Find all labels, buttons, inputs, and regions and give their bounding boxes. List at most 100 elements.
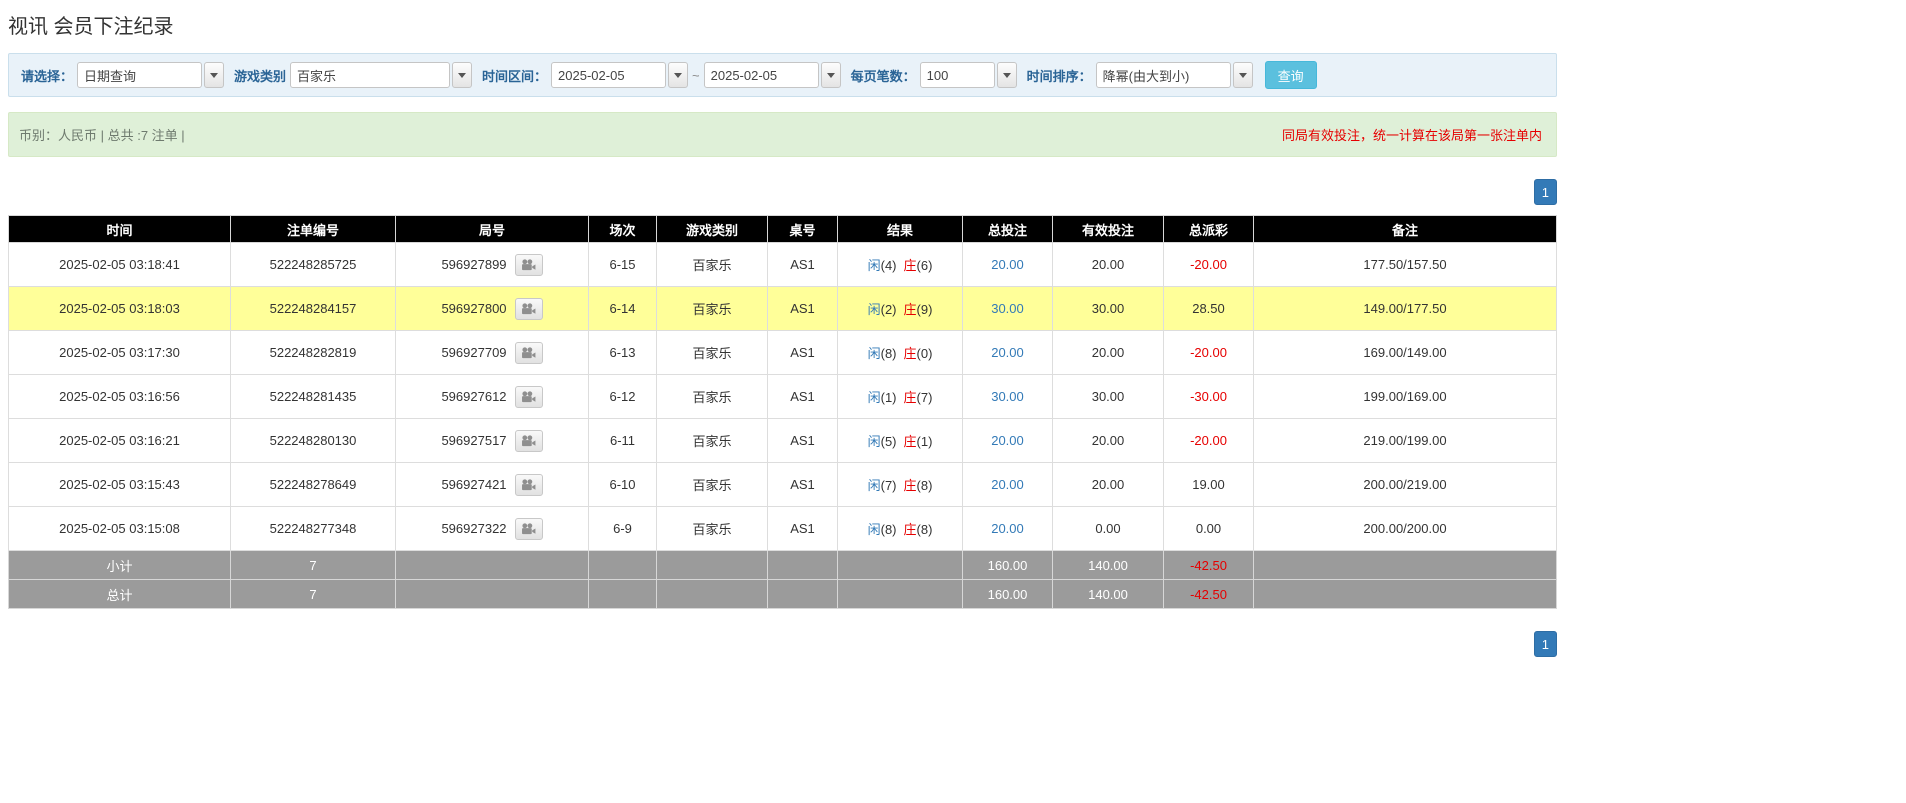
table-row: 2025-02-05 03:16:56 522248281435 5969276… bbox=[9, 375, 1557, 419]
page-size-input[interactable] bbox=[920, 62, 995, 88]
date-to-input[interactable] bbox=[704, 62, 819, 88]
player-result-label: 闲 bbox=[868, 434, 881, 449]
cell-table-no: AS1 bbox=[768, 375, 838, 419]
video-replay-button[interactable] bbox=[515, 254, 543, 276]
cell-valid-bet: 20.00 bbox=[1053, 463, 1164, 507]
video-replay-button[interactable] bbox=[515, 518, 543, 540]
total-bet-link[interactable]: 20.00 bbox=[991, 257, 1024, 272]
header-result: 结果 bbox=[838, 216, 963, 243]
player-result-label: 闲 bbox=[868, 390, 881, 405]
page-1-button[interactable]: 1 bbox=[1534, 631, 1557, 657]
page-size-dropdown-button[interactable] bbox=[997, 62, 1017, 88]
banker-result-count: (8) bbox=[917, 522, 933, 537]
total-bet-link[interactable]: 30.00 bbox=[991, 389, 1024, 404]
round-number: 596927517 bbox=[441, 433, 506, 448]
cell-valid-bet: 30.00 bbox=[1053, 375, 1164, 419]
round-number: 596927709 bbox=[441, 345, 506, 360]
cell-result: 闲(4)庄(6) bbox=[838, 243, 963, 287]
chevron-down-icon bbox=[210, 73, 218, 78]
sort-order-dropdown-button[interactable] bbox=[1233, 62, 1253, 88]
video-replay-button[interactable] bbox=[515, 386, 543, 408]
cell-session: 6-11 bbox=[589, 419, 657, 463]
cell-time: 2025-02-05 03:17:30 bbox=[9, 331, 231, 375]
date-from-dropdown-button[interactable] bbox=[668, 62, 688, 88]
cell-session: 6-13 bbox=[589, 331, 657, 375]
banker-result-count: (9) bbox=[917, 302, 933, 317]
cell-note: 199.00/169.00 bbox=[1254, 375, 1557, 419]
cell-note: 177.50/157.50 bbox=[1254, 243, 1557, 287]
banker-result-label: 庄 bbox=[904, 258, 917, 273]
cell-bet-id: 522248284157 bbox=[231, 287, 396, 331]
cell-round-id: 596927800 bbox=[396, 287, 589, 331]
summary-info-text: 币别：人民币 | 总共 :7 注单 | bbox=[19, 125, 185, 144]
video-camera-icon bbox=[521, 479, 536, 491]
empty-cell bbox=[1254, 580, 1557, 609]
total-bet-link[interactable]: 20.00 bbox=[991, 345, 1024, 360]
video-replay-button[interactable] bbox=[515, 474, 543, 496]
video-replay-button[interactable] bbox=[515, 430, 543, 452]
query-type-dropdown-button[interactable] bbox=[204, 62, 224, 88]
cell-bet-id: 522248280130 bbox=[231, 419, 396, 463]
cell-note: 169.00/149.00 bbox=[1254, 331, 1557, 375]
total-bet-link[interactable]: 20.00 bbox=[991, 433, 1024, 448]
cell-table-no: AS1 bbox=[768, 331, 838, 375]
cell-time: 2025-02-05 03:18:41 bbox=[9, 243, 231, 287]
sort-order-combobox bbox=[1096, 62, 1253, 88]
search-button[interactable]: 查询 bbox=[1265, 61, 1317, 89]
empty-cell bbox=[838, 580, 963, 609]
player-result-count: (1) bbox=[881, 390, 897, 405]
cell-bet-id: 522248278649 bbox=[231, 463, 396, 507]
cell-game-type: 百家乐 bbox=[657, 463, 768, 507]
cell-time: 2025-02-05 03:15:08 bbox=[9, 507, 231, 551]
player-result-count: (2) bbox=[881, 302, 897, 317]
sort-order-input[interactable] bbox=[1096, 62, 1231, 88]
cell-result: 闲(1)庄(7) bbox=[838, 375, 963, 419]
game-type-input[interactable] bbox=[290, 62, 450, 88]
empty-cell bbox=[589, 580, 657, 609]
date-to-dropdown-button[interactable] bbox=[821, 62, 841, 88]
empty-cell bbox=[768, 580, 838, 609]
subtotal-valid-bet: 140.00 bbox=[1053, 551, 1164, 580]
header-payout: 总派彩 bbox=[1164, 216, 1254, 243]
page-title: 视讯 会员下注纪录 bbox=[8, 10, 1557, 39]
total-label: 总计 bbox=[9, 580, 231, 609]
cell-valid-bet: 0.00 bbox=[1053, 507, 1164, 551]
page-1-button[interactable]: 1 bbox=[1534, 179, 1557, 205]
page-content: 视讯 会员下注纪录 请选择： 游戏类别 时间区间： ~ 每页笔数： 时间排序： bbox=[8, 10, 1557, 657]
game-type-combobox bbox=[290, 62, 472, 88]
header-session: 场次 bbox=[589, 216, 657, 243]
game-type-dropdown-button[interactable] bbox=[452, 62, 472, 88]
video-replay-button[interactable] bbox=[515, 298, 543, 320]
query-type-combobox bbox=[77, 62, 224, 88]
table-row: 2025-02-05 03:17:30 522248282819 5969277… bbox=[9, 331, 1557, 375]
banker-result-count: (1) bbox=[917, 434, 933, 449]
total-bet-link[interactable]: 20.00 bbox=[991, 521, 1024, 536]
header-time: 时间 bbox=[9, 216, 231, 243]
video-replay-button[interactable] bbox=[515, 342, 543, 364]
table-row: 2025-02-05 03:18:41 522248285725 5969278… bbox=[9, 243, 1557, 287]
total-total-bet: 160.00 bbox=[963, 580, 1053, 609]
cell-session: 6-9 bbox=[589, 507, 657, 551]
round-number: 596927421 bbox=[441, 477, 506, 492]
cell-round-id: 596927709 bbox=[396, 331, 589, 375]
cell-payout: 0.00 bbox=[1164, 507, 1254, 551]
cell-total-bet: 30.00 bbox=[963, 375, 1053, 419]
cell-time: 2025-02-05 03:18:03 bbox=[9, 287, 231, 331]
total-bet-link[interactable]: 30.00 bbox=[991, 301, 1024, 316]
header-bet-id: 注单编号 bbox=[231, 216, 396, 243]
player-result-label: 闲 bbox=[868, 258, 881, 273]
header-table-no: 桌号 bbox=[768, 216, 838, 243]
banker-result-count: (8) bbox=[917, 478, 933, 493]
cell-time: 2025-02-05 03:16:56 bbox=[9, 375, 231, 419]
total-payout: -42.50 bbox=[1164, 580, 1254, 609]
cell-total-bet: 20.00 bbox=[963, 507, 1053, 551]
cell-table-no: AS1 bbox=[768, 287, 838, 331]
banker-result-count: (0) bbox=[917, 346, 933, 361]
query-type-input[interactable] bbox=[77, 62, 202, 88]
cell-round-id: 596927322 bbox=[396, 507, 589, 551]
date-from-input[interactable] bbox=[551, 62, 666, 88]
video-camera-icon bbox=[521, 303, 536, 315]
summary-bar: 币别：人民币 | 总共 :7 注单 | 同局有效投注，统一计算在该局第一张注单内 bbox=[8, 112, 1557, 157]
total-bet-link[interactable]: 20.00 bbox=[991, 477, 1024, 492]
empty-cell bbox=[768, 551, 838, 580]
